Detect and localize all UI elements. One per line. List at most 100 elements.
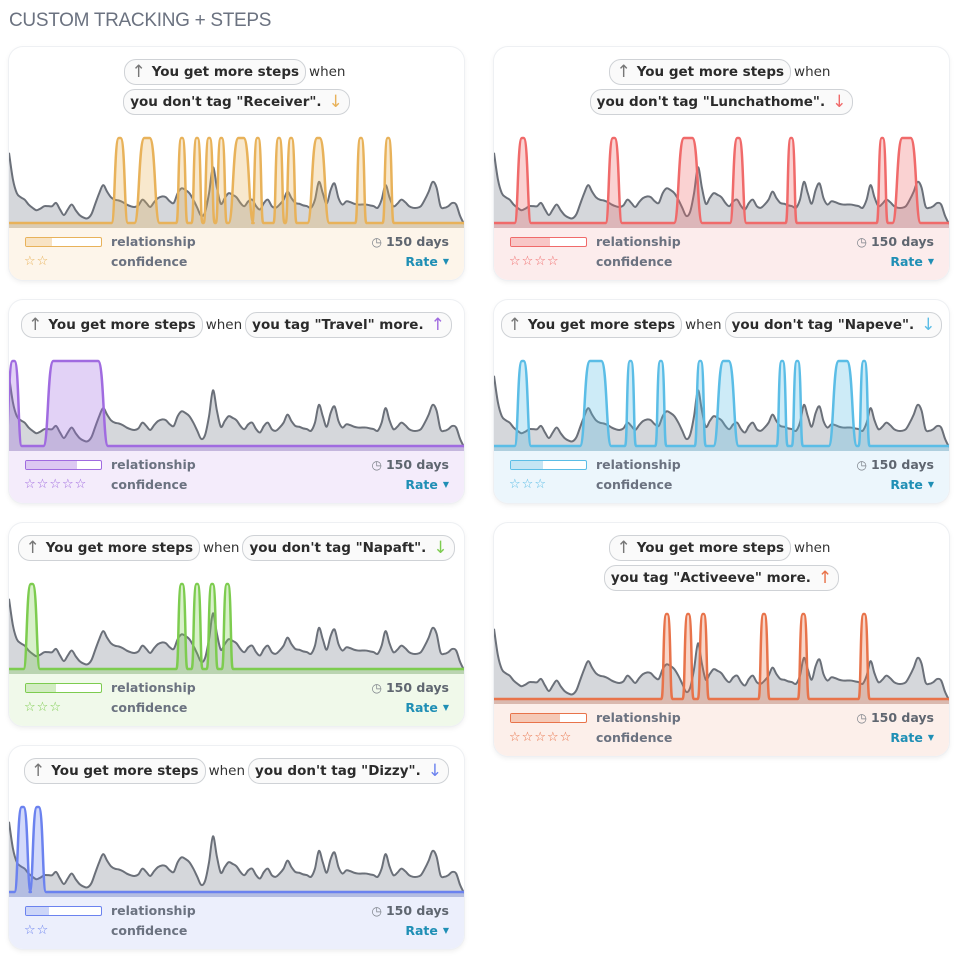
card-activeeve: ↑ You get more steps when you tag "Activ… (494, 523, 949, 756)
chart (9, 805, 464, 897)
duration: ◷ 150 days (856, 457, 934, 472)
confidence-stars: ☆☆☆☆ (509, 254, 560, 269)
star-icon: ☆ (521, 730, 535, 745)
star-icon: ☆ (49, 700, 62, 715)
card-lunchathome: ↑ You get more steps when you don't tag … (494, 47, 949, 280)
steps-area (9, 598, 464, 674)
arrow-down-icon: ↓ (433, 538, 448, 558)
chart (494, 612, 949, 704)
star-icon: ☆ (36, 700, 50, 715)
caret-down-icon: ▼ (927, 257, 934, 266)
card-footer: ☆☆☆ relationship confidence ◷ 150 days Ra… (9, 674, 464, 726)
star-icon: ☆ (521, 477, 535, 492)
card-receiver: ↑ You get more steps when you don't tag … (9, 47, 464, 280)
subject-pill[interactable]: ↑ You get more steps (18, 535, 200, 561)
confidence-stars: ☆☆☆ (24, 700, 62, 715)
tag-pill[interactable]: you tag "Travel" more. ↑ (245, 312, 452, 338)
relationship-bar-fill (26, 684, 56, 692)
card-footer: ☆☆☆☆ relationship confidence ◷ 150 days R… (494, 228, 949, 280)
clock-icon: ◷ (371, 235, 382, 249)
subject-pill[interactable]: ↑ You get more steps (124, 59, 307, 85)
relationship-label: relationship (596, 710, 681, 725)
insight-sentence: ↑ You get more steps when you don't tag … (494, 310, 949, 341)
rate-label: Rate (890, 477, 923, 492)
star-icon: ☆ (521, 254, 535, 269)
arrow-up-icon: ↑ (25, 538, 40, 558)
subject-label: You get more steps (48, 317, 196, 333)
days-label: 150 days (870, 457, 934, 472)
days-label: 150 days (870, 234, 934, 249)
card-footer: ☆☆☆ relationship confidence ◷ 150 days Ra… (494, 451, 949, 503)
confidence-label: confidence (111, 254, 188, 269)
tag-pill[interactable]: you don't tag "Dizzy". ↓ (248, 758, 449, 784)
rate-dropdown[interactable]: Rate ▼ (405, 477, 449, 492)
days-label: 150 days (385, 234, 449, 249)
star-icon: ☆ (509, 477, 522, 492)
rate-dropdown[interactable]: Rate ▼ (405, 700, 449, 715)
relationship-label: relationship (111, 680, 196, 695)
tag-pill[interactable]: you don't tag "Napaft". ↓ (242, 535, 455, 561)
arrow-up-icon: ↑ (507, 315, 522, 335)
duration: ◷ 150 days (371, 903, 449, 918)
relationship-bar-fill (26, 461, 77, 469)
arrow-up-icon: ↑ (817, 568, 833, 588)
tag-pill[interactable]: you don't tag "Lunchathome". ↓ (589, 89, 854, 115)
relationship-label: relationship (596, 234, 681, 249)
card-napaft: ↑ You get more steps when you don't tag … (9, 523, 464, 726)
arrow-up-icon: ↑ (131, 62, 146, 82)
rate-label: Rate (405, 254, 438, 269)
tag-phrase: you don't tag "Napeve". (731, 317, 915, 333)
clock-icon: ◷ (371, 458, 382, 472)
confidence-stars: ☆☆☆☆☆ (24, 477, 87, 492)
relationship-bar (510, 460, 587, 470)
section-title: CUSTOM TRACKING + STEPS (9, 10, 272, 31)
tag-phrase: you tag "Activeeve" more. (610, 570, 811, 586)
subject-label: You get more steps (636, 540, 785, 556)
caret-down-icon: ▼ (927, 480, 934, 489)
duration: ◷ 150 days (371, 234, 449, 249)
clock-icon: ◷ (856, 711, 867, 725)
chart (494, 136, 949, 228)
rate-dropdown[interactable]: Rate ▼ (890, 477, 934, 492)
rate-dropdown[interactable]: Rate ▼ (890, 254, 934, 269)
days-label: 150 days (385, 680, 449, 695)
tag-pill[interactable]: you don't tag "Receiver". ↓ (123, 89, 350, 115)
card-footer: ☆☆ relationship confidence ◷ 150 days Rat… (9, 897, 464, 949)
when-label: when (202, 540, 240, 556)
star-icon: ☆ (24, 700, 37, 715)
star-icon: ☆ (36, 923, 50, 938)
relationship-bar-fill (26, 238, 53, 246)
tag-phrase: you don't tag "Receiver". (130, 94, 322, 110)
confidence-stars: ☆☆☆☆☆ (509, 730, 572, 745)
arrow-down-icon: ↓ (328, 92, 343, 112)
steps-area (9, 821, 464, 897)
star-icon: ☆ (24, 477, 37, 492)
subject-pill[interactable]: ↑ You get more steps (500, 312, 683, 338)
subject-label: You get more steps (45, 540, 193, 556)
subject-pill[interactable]: ↑ You get more steps (21, 312, 203, 338)
tag-pill[interactable]: you don't tag "Napeve". ↓ (724, 312, 943, 338)
rate-dropdown[interactable]: Rate ▼ (890, 730, 934, 745)
insight-sentence: ↑ You get more steps when you don't tag … (9, 756, 464, 787)
chart (494, 359, 949, 451)
rate-label: Rate (890, 254, 923, 269)
rate-label: Rate (405, 700, 438, 715)
rate-label: Rate (405, 923, 438, 938)
relationship-bar (25, 237, 102, 247)
card-dizzy: ↑ You get more steps when you don't tag … (9, 746, 464, 949)
when-label: when (794, 540, 831, 556)
arrow-down-icon: ↓ (832, 92, 847, 112)
tag-pill[interactable]: you tag "Activeeve" more. ↑ (603, 565, 840, 591)
subject-pill[interactable]: ↑ You get more steps (609, 59, 792, 85)
star-icon: ☆ (24, 923, 37, 938)
days-label: 150 days (385, 457, 449, 472)
chart (9, 359, 464, 451)
subject-pill[interactable]: ↑ You get more steps (24, 758, 206, 784)
when-label: when (685, 317, 722, 333)
caret-down-icon: ▼ (442, 480, 449, 489)
rate-dropdown[interactable]: Rate ▼ (405, 923, 449, 938)
subject-label: You get more steps (636, 64, 785, 80)
arrow-up-icon: ↑ (430, 315, 445, 335)
subject-pill[interactable]: ↑ You get more steps (609, 535, 792, 561)
rate-dropdown[interactable]: Rate ▼ (405, 254, 449, 269)
